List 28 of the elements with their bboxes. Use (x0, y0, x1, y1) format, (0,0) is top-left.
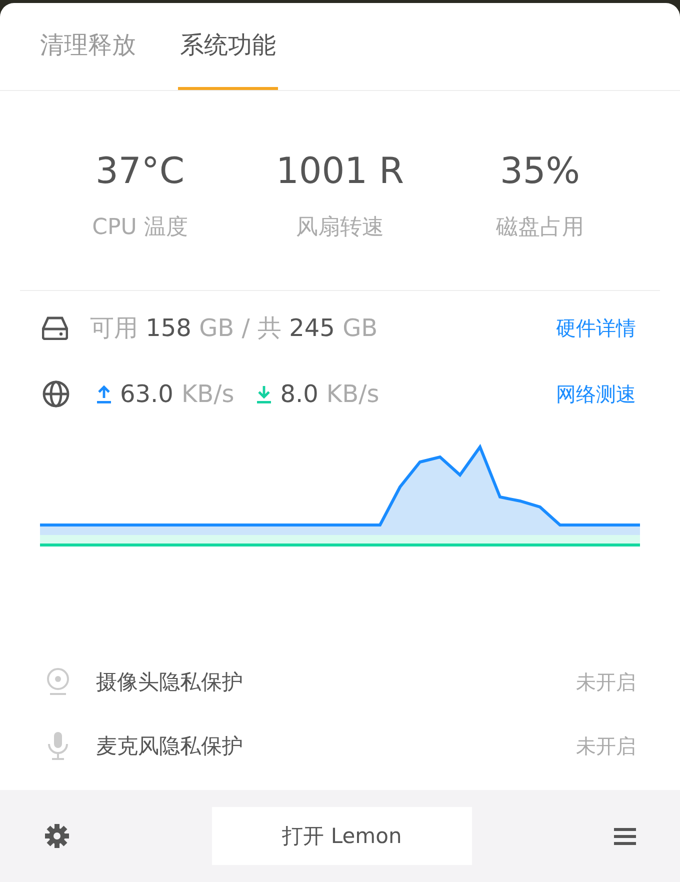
stat-value: 1001 R (276, 151, 404, 192)
disk-usage-text: 可用 158 GB / 共 245 GB (90, 313, 378, 344)
tab[interactable]: 系统功能 (178, 3, 278, 90)
stat-value: 35% (500, 151, 580, 192)
tab[interactable]: 清理释放 (38, 3, 138, 90)
download-speed: 8.0 (280, 380, 318, 408)
privacy-status: 未开启 (576, 732, 636, 760)
speed-test-link[interactable]: 网络测速 (556, 380, 636, 408)
stat-label: CPU 温度 (92, 214, 188, 242)
download-icon (256, 384, 272, 404)
stat-label: 磁盘占用 (496, 214, 584, 242)
globe-icon (42, 380, 70, 408)
download-unit: KB/s (326, 380, 380, 408)
drive-icon (42, 316, 68, 340)
privacy-status: 未开启 (576, 668, 636, 696)
privacy-label: 摄像头隐私保护 (96, 669, 243, 696)
hardware-details-link[interactable]: 硬件详情 (556, 314, 636, 342)
open-app-button[interactable]: 打开 Lemon (212, 807, 472, 865)
upload-unit: KB/s (181, 380, 234, 408)
upload-icon (96, 384, 112, 404)
microphone-icon (46, 731, 70, 761)
menu-icon[interactable] (614, 826, 636, 846)
stat-value: 37°C (96, 151, 184, 192)
upload-speed: 63.0 (120, 380, 174, 408)
camera-icon (46, 667, 70, 697)
settings-icon[interactable] (44, 823, 70, 849)
privacy-label: 麦克风隐私保护 (96, 733, 243, 760)
stat-label: 风扇转速 (296, 214, 384, 242)
